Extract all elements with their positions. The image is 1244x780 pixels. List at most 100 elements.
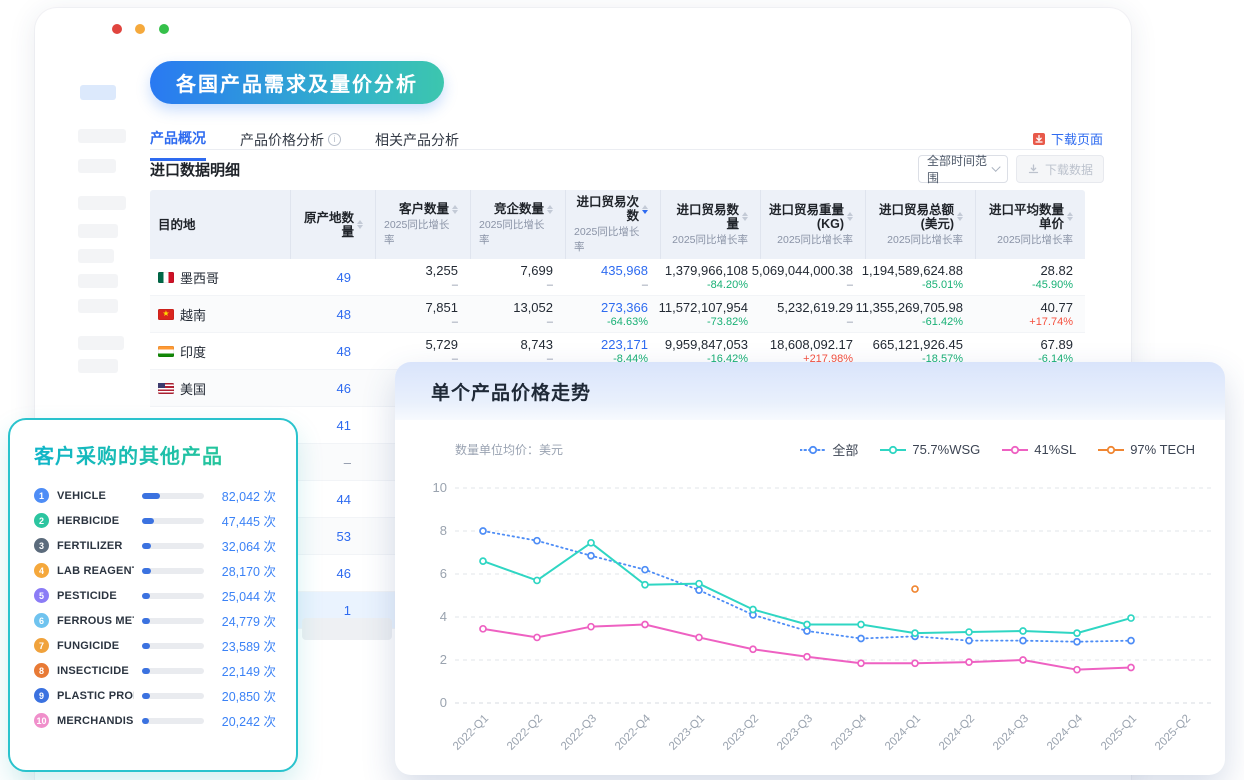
sort-caret-icon[interactable]	[742, 212, 748, 221]
table-header-cell[interactable]: 进口贸易重量(KG)2025同比增长率	[760, 190, 865, 259]
rank-badge: 5	[34, 588, 49, 603]
product-count[interactable]: 24,779 次	[212, 611, 276, 630]
product-rank-item[interactable]: 10MERCHANDISE20,242 次	[34, 708, 276, 733]
product-progress	[142, 718, 204, 724]
product-rank-item[interactable]: 2HERBICIDE47,445 次	[34, 508, 276, 533]
product-rank-item[interactable]: 9PLASTIC PRODUCT20,850 次	[34, 683, 276, 708]
product-label: FERTILIZER	[57, 540, 134, 552]
growth-value: –	[452, 316, 458, 328]
metric-cell: 273,366-64.63%	[565, 296, 660, 332]
product-count[interactable]: 28,170 次	[212, 561, 276, 580]
download-data-button[interactable]: 下载数据	[1016, 155, 1104, 183]
product-count[interactable]: 20,850 次	[212, 686, 276, 705]
product-rank-item[interactable]: 1VEHICLE82,042 次	[34, 483, 276, 508]
time-range-select[interactable]: 全部时间范围	[918, 155, 1008, 183]
product-label: PLASTIC PRODUCT	[57, 690, 134, 702]
table-header-cell[interactable]: 进口贸易次数2025同比增长率	[565, 190, 660, 259]
sort-caret-icon[interactable]	[957, 212, 963, 221]
origin-count[interactable]: 53	[337, 529, 351, 544]
growth-value: –	[847, 279, 853, 291]
product-rank-item[interactable]: 7FUNGICIDE23,589 次	[34, 633, 276, 658]
product-rank-item[interactable]: 6FERROUS METAL24,779 次	[34, 608, 276, 633]
price-chart: 02468102022-Q12022-Q22022-Q32022-Q42023-…	[395, 462, 1225, 762]
rank-badge: 8	[34, 663, 49, 678]
origin-count[interactable]: 1	[344, 603, 351, 618]
origin-count[interactable]: 46	[337, 381, 351, 396]
origin-count[interactable]: 46	[337, 566, 351, 581]
tab-price-analysis[interactable]: 产品价格分析	[240, 128, 341, 161]
product-rank-item[interactable]: 3FERTILIZER32,064 次	[34, 533, 276, 558]
metric-value[interactable]: 223,171	[601, 337, 648, 352]
table-row[interactable]: 墨西哥493,255–7,699–435,968–1,379,966,108-8…	[150, 259, 1085, 296]
data-point	[642, 582, 648, 588]
product-count[interactable]: 22,149 次	[212, 661, 276, 680]
product-rank-item[interactable]: 5PESTICIDE25,044 次	[34, 583, 276, 608]
product-rank-item[interactable]: 8INSECTICIDE22,149 次	[34, 658, 276, 683]
table-header-cell[interactable]: 竞企数量2025同比增长率	[470, 190, 565, 259]
metric-cell: 3,255–	[375, 259, 470, 295]
origin-count[interactable]: 49	[337, 270, 351, 285]
table-header-cell: 目的地	[150, 190, 290, 259]
tab-related-products[interactable]: 相关产品分析	[375, 128, 459, 161]
metric-value: 18,608,092.17	[770, 337, 853, 352]
origin-count[interactable]: 48	[337, 307, 351, 322]
table-header-cell[interactable]: 进口贸易数量2025同比增长率	[660, 190, 760, 259]
sort-caret-icon[interactable]	[452, 205, 458, 214]
legend-item[interactable]: 41%SL	[1002, 442, 1076, 457]
destination-cell: 印度	[150, 333, 290, 369]
table-header-cell[interactable]: 进口平均数量单价2025同比增长率	[975, 190, 1085, 259]
close-window-icon[interactable]	[112, 24, 122, 34]
legend-item[interactable]: 75.7%WSG	[880, 442, 980, 457]
data-point	[804, 622, 810, 628]
origin-count[interactable]: 44	[337, 492, 351, 507]
tab-product-overview[interactable]: 产品概况	[150, 128, 206, 161]
minimize-window-icon[interactable]	[135, 24, 145, 34]
table-header-cell[interactable]: 客户数量2025同比增长率	[375, 190, 470, 259]
skeleton-bar	[80, 85, 116, 100]
sort-caret-icon[interactable]	[642, 205, 648, 214]
origin-count[interactable]: 48	[337, 344, 351, 359]
product-count[interactable]: 25,044 次	[212, 586, 276, 605]
data-point	[1020, 628, 1026, 634]
product-rank-item[interactable]: 4LAB REAGENT28,170 次	[34, 558, 276, 583]
product-count[interactable]: 23,589 次	[212, 636, 276, 655]
product-label: FERROUS METAL	[57, 615, 134, 627]
skeleton-bar	[78, 159, 116, 173]
data-point	[1074, 667, 1080, 673]
product-count[interactable]: 47,445 次	[212, 511, 276, 530]
zoom-window-icon[interactable]	[159, 24, 169, 34]
sort-caret-icon[interactable]	[1067, 212, 1073, 221]
metric-value[interactable]: 435,968	[601, 263, 648, 278]
metric-cell: 11,572,107,954-73.82%	[660, 296, 760, 332]
data-point	[1128, 638, 1134, 644]
legend-item[interactable]: 全部	[800, 440, 858, 459]
table-row[interactable]: 越南487,851–13,052–273,366-64.63%11,572,10…	[150, 296, 1085, 333]
origin-count-cell: 46	[290, 555, 375, 591]
sort-caret-icon[interactable]	[357, 220, 363, 229]
product-count[interactable]: 82,042 次	[212, 486, 276, 505]
metric-value: 7,851	[425, 300, 458, 315]
download-page-link[interactable]: 下载页面	[1032, 129, 1103, 148]
product-count[interactable]: 32,064 次	[212, 536, 276, 555]
origin-count-cell: 41	[290, 407, 375, 443]
flag-us-icon	[158, 383, 174, 394]
data-point	[1020, 657, 1026, 663]
origin-count[interactable]: 41	[337, 418, 351, 433]
product-count[interactable]: 20,242 次	[212, 711, 276, 730]
column-sub-label: 2025同比增长率	[997, 232, 1073, 247]
unit-label: 数量单位均价：美元	[455, 441, 563, 458]
metric-cell: 1,194,589,624.88-85.01%	[865, 259, 975, 295]
sort-caret-icon[interactable]	[847, 212, 853, 221]
table-header-cell[interactable]: 进口贸易总额(美元)2025同比增长率	[865, 190, 975, 259]
x-tick-label: 2025-Q2	[1153, 713, 1193, 753]
table-header-cell[interactable]: 原产地数量	[290, 190, 375, 259]
download-icon	[1027, 163, 1040, 176]
sort-caret-icon[interactable]	[547, 205, 553, 214]
destination-cell: 墨西哥	[150, 259, 290, 295]
metric-value[interactable]: 273,366	[601, 300, 648, 315]
legend-marker-icon	[800, 445, 826, 455]
skeleton-bar	[78, 196, 126, 210]
rank-badge: 7	[34, 638, 49, 653]
legend-item[interactable]: 97% TECH	[1098, 442, 1195, 457]
skeleton-strip	[302, 618, 392, 640]
